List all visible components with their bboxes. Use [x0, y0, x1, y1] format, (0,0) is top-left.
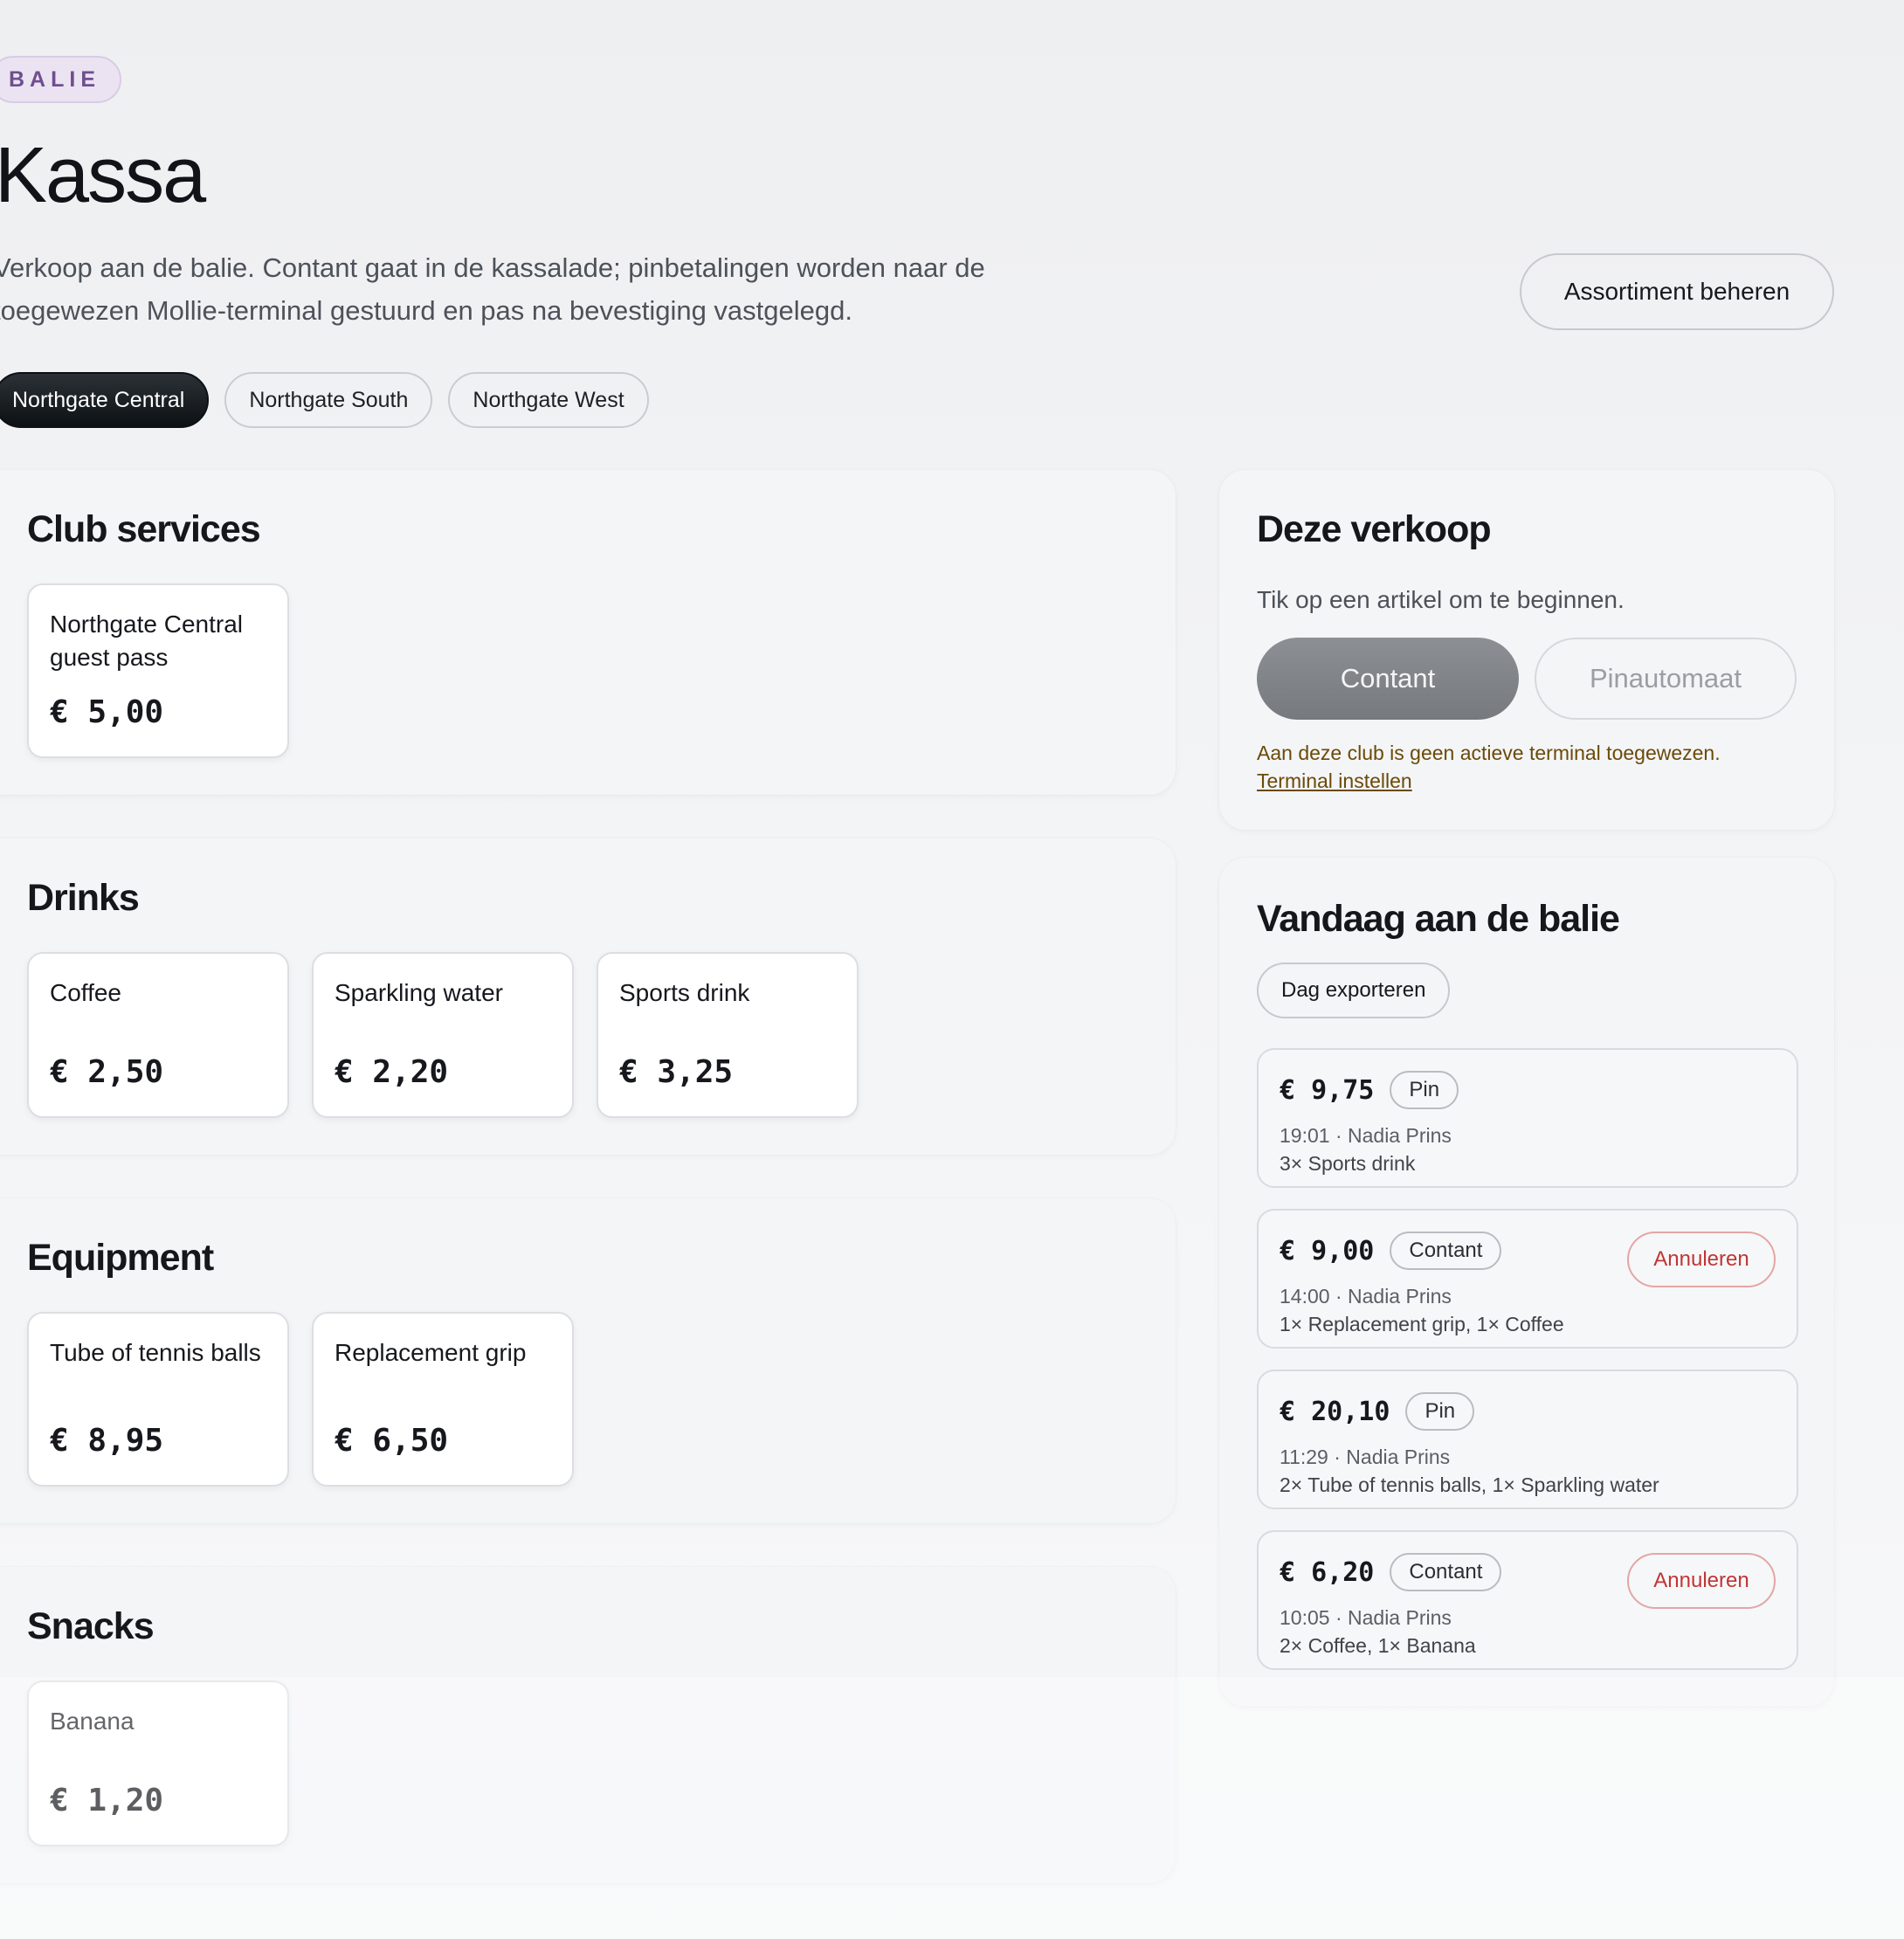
sale-items: 2× Coffee, 1× Banana [1280, 1634, 1476, 1657]
product-name: Coffee [50, 979, 121, 1006]
product-tile[interactable]: Sports drink € 3,25 [597, 952, 859, 1118]
export-day-button[interactable]: Dag exporteren [1257, 963, 1451, 1018]
current-sale-panel: Deze verkoop Tik op een artikel om te be… [1219, 470, 1834, 830]
product-grid: Northgate Central guest pass € 5,00 [27, 583, 289, 758]
sale-header: € 6,20 Contant [1280, 1553, 1502, 1591]
sale-meta: 19:01 · Nadia Prins [1280, 1124, 1452, 1147]
category-card-snacks: Snacks Banana € 1,20 [0, 1567, 1176, 1883]
sale-meta: 10:05 · Nadia Prins [1280, 1606, 1452, 1629]
club-tab-northgate-central[interactable]: Northgate Central [0, 372, 210, 428]
sale-entry: € 9,00 Contant 14:00 · Nadia Prins 1× Re… [1257, 1209, 1798, 1349]
sale-header: € 9,75 Pin [1280, 1071, 1459, 1109]
product-tile[interactable]: Sparkling water € 2,20 [312, 952, 574, 1118]
payment-method-badge: Pin [1390, 1071, 1459, 1109]
manage-assortment-button[interactable]: Assortiment beheren [1520, 253, 1834, 330]
payment-method-badge: Pin [1405, 1392, 1475, 1431]
product-name: Banana [50, 1708, 135, 1735]
product-name: Northgate Central guest pass [50, 611, 244, 671]
product-grid: Banana € 1,20 [27, 1680, 289, 1846]
product-price: € 2,50 [50, 1054, 164, 1090]
product-tile[interactable]: Coffee € 2,50 [27, 952, 289, 1118]
category-title: Equipment [27, 1237, 214, 1279]
sale-meta: 11:29 · Nadia Prins [1280, 1446, 1451, 1468]
product-name: Replacement grip [335, 1339, 527, 1366]
sale-items: 2× Tube of tennis balls, 1× Sparkling wa… [1280, 1473, 1659, 1496]
category-title: Club services [27, 508, 261, 550]
sale-items: 1× Replacement grip, 1× Coffee [1280, 1313, 1564, 1335]
payment-method-badge: Contant [1390, 1232, 1502, 1270]
sale-header: € 20,10 Pin [1280, 1392, 1475, 1431]
today-title: Vandaag aan de balie [1257, 898, 1620, 940]
product-tile[interactable]: Banana € 1,20 [27, 1680, 289, 1846]
product-name: Sports drink [619, 979, 750, 1006]
product-price: € 2,20 [335, 1054, 449, 1090]
product-grid: Tube of tennis balls € 8,95 Replacement … [27, 1312, 574, 1487]
terminal-warning-text: Aan deze club is geen actieve terminal t… [1257, 742, 1721, 764]
product-grid: Coffee € 2,50 Sparkling water € 2,20 Spo… [27, 952, 859, 1118]
sale-entry: € 6,20 Contant 10:05 · Nadia Prins 2× Co… [1257, 1530, 1798, 1670]
product-tile[interactable]: Replacement grip € 6,50 [312, 1312, 574, 1487]
pay-cash-button[interactable]: Contant [1257, 638, 1519, 720]
payment-methods: Contant Pinautomaat [1257, 638, 1797, 720]
product-price: € 3,25 [619, 1054, 734, 1090]
product-name: Sparkling water [335, 979, 503, 1006]
product-name: Tube of tennis balls [50, 1339, 261, 1366]
product-price: € 5,00 [50, 694, 164, 730]
sale-entry: € 20,10 Pin 11:29 · Nadia Prins 2× Tube … [1257, 1370, 1798, 1509]
sale-amount: € 9,00 [1280, 1235, 1375, 1266]
section-badge: BALIE [0, 56, 121, 103]
sale-amount: € 9,75 [1280, 1074, 1375, 1106]
sale-entry: € 9,75 Pin 19:01 · Nadia Prins 3× Sports… [1257, 1048, 1798, 1188]
product-tile[interactable]: Northgate Central guest pass € 5,00 [27, 583, 289, 758]
current-sale-hint: Tik op een artikel om te beginnen. [1257, 586, 1625, 613]
category-card-drinks: Drinks Coffee € 2,50 Sparkling water € 2… [0, 838, 1176, 1155]
club-tabs: Northgate Central Northgate South Northg… [0, 372, 649, 428]
category-title: Drinks [27, 877, 140, 919]
category-title: Snacks [27, 1605, 155, 1647]
category-card-club-services: Club services Northgate Central guest pa… [0, 470, 1176, 795]
sale-items: 3× Sports drink [1280, 1152, 1416, 1175]
pay-terminal-button[interactable]: Pinautomaat [1535, 638, 1797, 720]
club-tab-northgate-west[interactable]: Northgate West [448, 372, 649, 428]
page-description: Verkoop aan de balie. Contant gaat in de… [0, 252, 985, 326]
product-price: € 8,95 [50, 1423, 164, 1459]
payment-method-badge: Contant [1390, 1553, 1502, 1591]
product-price: € 1,20 [50, 1783, 164, 1818]
cancel-sale-button[interactable]: Annuleren [1627, 1232, 1776, 1287]
terminal-setup-link[interactable]: Terminal instellen [1257, 767, 1721, 795]
cancel-sale-button[interactable]: Annuleren [1627, 1553, 1776, 1609]
sale-amount: € 20,10 [1280, 1396, 1390, 1427]
sale-header: € 9,00 Contant [1280, 1232, 1502, 1270]
product-price: € 6,50 [335, 1423, 449, 1459]
club-tab-northgate-south[interactable]: Northgate South [224, 372, 433, 428]
sale-amount: € 6,20 [1280, 1556, 1375, 1588]
today-panel: Vandaag aan de balie Dag exporteren € 9,… [1219, 858, 1834, 1707]
sale-meta: 14:00 · Nadia Prins [1280, 1285, 1452, 1308]
current-sale-title: Deze verkoop [1257, 508, 1492, 550]
terminal-warning: Aan deze club is geen actieve terminal t… [1257, 739, 1721, 795]
page-title: Kassa [0, 132, 206, 219]
product-tile[interactable]: Tube of tennis balls € 8,95 [27, 1312, 289, 1487]
category-card-equipment: Equipment Tube of tennis balls € 8,95 Re… [0, 1198, 1176, 1523]
